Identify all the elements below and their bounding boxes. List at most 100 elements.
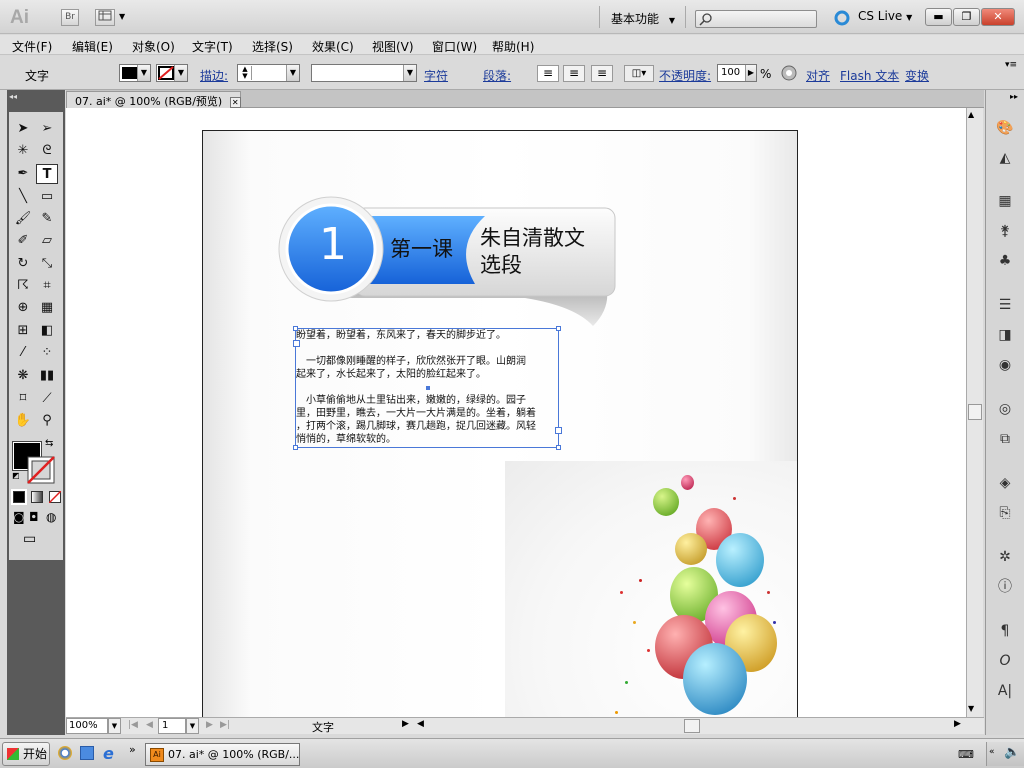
blob-brush-tool-icon[interactable]: ✐ [12,231,34,251]
rectangle-tool-icon[interactable]: ▭ [36,187,58,207]
paragraph-link[interactable]: 段落: [483,67,511,84]
restore-button[interactable]: ❐ [953,8,980,26]
symbol-sprayer-tool-icon[interactable]: ❋ [12,366,34,386]
stroke-weight-field[interactable]: ▲ ▼ ▼ [237,64,300,82]
text-frame-in-port[interactable] [293,340,300,347]
gradient-tool-icon[interactable]: ◧ [36,321,58,341]
eraser-tool-icon[interactable]: ▱ [36,231,58,251]
arrange-dropdown-icon[interactable]: ▼ [119,12,125,21]
selection-handle[interactable] [556,326,561,331]
menu-select[interactable]: 选择(S) [252,38,293,55]
free-transform-tool-icon[interactable]: ⌗ [36,276,58,296]
selection-tool-icon[interactable]: ➤ [12,119,34,139]
opentype-panel-icon[interactable]: O [994,650,1016,672]
media-player-icon[interactable] [58,746,72,760]
scroll-up-icon[interactable]: ▲ [968,110,974,119]
symbols-panel-icon[interactable]: ♣ [994,250,1016,272]
quick-launch-more-icon[interactable]: » [129,743,136,756]
start-button[interactable]: 开始 [2,742,50,766]
chevron-down-icon[interactable]: ▼ [108,718,121,734]
menu-type[interactable]: 文字(T) [192,38,233,55]
artboard[interactable]: 1 第一课 朱自清散文 选段 盼望着，盼望着，东风来了，春天的脚步近了。 一切都… [202,130,798,717]
blend-tool-icon[interactable]: ⁘ [36,343,58,363]
rotate-tool-icon[interactable]: ↻ [12,254,34,274]
stroke-color-box[interactable] [27,456,55,484]
mesh-tool-icon[interactable]: ⊞ [12,321,34,341]
layers-panel-icon[interactable]: ◈ [994,472,1016,494]
minimize-button[interactable]: ▬ [925,8,952,26]
status-text[interactable]: 文字 [312,719,334,735]
align-center-button[interactable]: ≡ [563,65,585,82]
menu-window[interactable]: 窗口(W) [432,38,477,55]
default-fill-stroke-icon[interactable]: ◩ [12,471,20,480]
artboards-panel-icon[interactable]: ⎘ [994,502,1016,524]
font-family-select[interactable]: ▼ [311,64,417,82]
draw-inside-icon[interactable]: ◍ [46,510,56,524]
direct-selection-tool-icon[interactable]: ➢ [36,119,58,139]
help-search-input[interactable] [695,10,817,28]
menu-edit[interactable]: 编辑(E) [72,38,113,55]
none-mode-icon[interactable] [49,491,61,503]
first-artboard-icon[interactable]: |◀ [128,720,138,730]
canvas-area[interactable]: 1 第一课 朱自清散文 选段 盼望着，盼望着，东风来了，春天的脚步近了。 一切都… [66,108,966,717]
character-link[interactable]: 字符 [424,67,448,84]
workspace-switcher[interactable]: 基本功能 ▼ [611,10,675,27]
navigator-panel-icon[interactable]: ✲ [994,546,1016,568]
align-left-button[interactable]: ≡ [537,65,559,82]
line-segment-tool-icon[interactable]: ╲ [12,187,34,207]
stepper-icon[interactable]: ▲ ▼ [239,66,252,80]
scale-tool-icon[interactable]: ⤡ [36,254,58,274]
recolor-artwork-icon[interactable] [780,64,798,82]
taskbar-item-illustrator[interactable]: Ai 07. ai* @ 100% (RGB/... [145,743,300,766]
tray-expand-icon[interactable]: « [989,747,995,757]
desktop-icon[interactable] [80,746,94,760]
screen-mode-icon[interactable]: ▭ [23,531,36,547]
menu-view[interactable]: 视图(V) [372,38,414,55]
hand-tool-icon[interactable]: ✋ [12,411,34,431]
vertical-scroll-thumb[interactable] [968,404,982,420]
cs-live-menu[interactable]: CS Live ▼ [858,9,912,23]
lasso-tool-icon[interactable]: ᘓ [36,141,58,161]
color-panel-icon[interactable]: 🎨 [994,117,1016,139]
artboard-number-field[interactable]: 1 [158,718,186,734]
gradient-panel-icon[interactable]: ◨ [994,324,1016,346]
appearance-panel-icon[interactable]: ◎ [994,398,1016,420]
last-artboard-icon[interactable]: ▶| [220,720,230,730]
pen-tool-icon[interactable]: ✒ [12,164,34,184]
draw-behind-icon[interactable]: ◘ [29,510,39,524]
text-frame-selection[interactable]: 盼望着，盼望着，东风来了，春天的脚步近了。 一切都像刚睡醒的样子，欣欣然张开了眼… [293,326,562,450]
fill-color-swatch[interactable]: ▼ [119,64,151,82]
arrange-documents-button[interactable] [95,9,115,26]
opacity-input[interactable]: 100 ▶ [717,64,757,82]
scroll-down-icon[interactable]: ▼ [968,704,974,713]
info-panel-icon[interactable]: ⓘ [994,576,1016,598]
warp-tool-icon[interactable]: ☈ [12,276,34,296]
paintbrush-tool-icon[interactable]: 🖌 [12,209,34,229]
artboard-tool-icon[interactable]: ⌑ [12,389,34,409]
paragraph-panel-icon[interactable]: ¶ [994,620,1016,642]
next-artboard-icon[interactable]: ▶ [206,720,213,730]
draw-normal-icon[interactable]: ◙ [13,510,25,524]
character-panel-icon[interactable]: A| [994,680,1016,702]
close-button[interactable]: ✕ [981,8,1015,26]
stroke-color-swatch[interactable]: ▼ [156,64,188,82]
selection-handle[interactable] [293,326,298,331]
type-tool-icon[interactable]: T [36,164,58,184]
zoom-tool-icon[interactable]: ⚲ [36,411,58,431]
close-tab-icon[interactable]: ✕ [229,97,241,108]
perspective-grid-tool-icon[interactable]: ▦ [36,298,58,318]
align-link[interactable]: 对齐 [806,67,830,84]
volume-icon[interactable]: 🔈 [1004,745,1020,760]
gradient-mode-icon[interactable] [31,491,43,503]
column-graph-tool-icon[interactable]: ▮▮ [36,366,58,386]
color-guide-icon[interactable]: ◭ [994,147,1016,169]
flash-text-link[interactable]: Flash 文本 [840,67,899,84]
transparency-panel-icon[interactable]: ◉ [994,354,1016,376]
align-right-button[interactable]: ≡ [591,65,613,82]
slice-tool-icon[interactable]: ⟋ [36,389,58,409]
magic-wand-tool-icon[interactable]: ✳ [12,141,34,161]
scroll-left-icon[interactable]: ◀ [417,719,424,729]
pencil-tool-icon[interactable]: ✎ [36,209,58,229]
chevron-down-icon[interactable]: ▼ [186,718,199,734]
menu-help[interactable]: 帮助(H) [492,38,534,55]
